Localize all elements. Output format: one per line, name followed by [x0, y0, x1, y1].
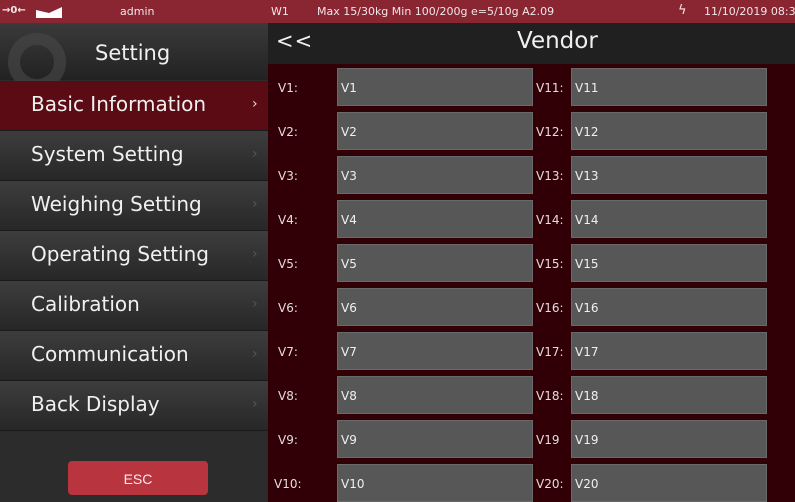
vendor-field-input[interactable]: V4: [337, 200, 533, 238]
vendor-field-input[interactable]: V10: [337, 464, 533, 502]
chevron-right-icon: ›: [252, 96, 258, 112]
chevron-right-icon: ›: [252, 246, 258, 262]
chevron-right-icon: ›: [252, 296, 258, 312]
vendor-field-label: V14:: [536, 213, 564, 227]
sidebar-item-operating-setting[interactable]: Operating Setting ›: [0, 231, 268, 281]
vendor-panel: V1: V1 V2: V2 V3: V3 V4: V4 V5: V5 V6: V…: [268, 64, 795, 502]
vendor-field-label: V18:: [536, 389, 564, 403]
vendor-field-input[interactable]: V6: [337, 288, 533, 326]
chevron-right-icon: ›: [252, 396, 258, 412]
vendor-field-label: V6:: [278, 301, 298, 315]
power-icon: ϟ: [678, 3, 687, 18]
back-button[interactable]: <<: [276, 29, 313, 53]
vendor-field-input[interactable]: V15: [571, 244, 767, 282]
sidebar-item-back-display[interactable]: Back Display ›: [0, 381, 268, 431]
vendor-field-label: V2:: [278, 125, 298, 139]
vendor-field-input[interactable]: V9: [337, 420, 533, 458]
sidebar-item-label: System Setting: [31, 142, 184, 166]
vendor-field-input[interactable]: V17: [571, 332, 767, 370]
sidebar-item-communication[interactable]: Communication ›: [0, 331, 268, 381]
zero-indicator: →0←: [2, 5, 26, 16]
sidebar-header: Setting: [0, 23, 268, 91]
vendor-field-input[interactable]: V11: [571, 68, 767, 106]
vendor-field-label: V1:: [278, 81, 298, 95]
vendor-field-label: V7:: [278, 345, 298, 359]
vendor-field-input[interactable]: V2: [337, 112, 533, 150]
esc-button[interactable]: ESC: [68, 461, 208, 495]
vendor-field-label: V17:: [536, 345, 564, 359]
vendor-field-label: V20:: [536, 477, 564, 491]
vendor-field-label: V19: [536, 433, 560, 447]
sidebar-item-label: Operating Setting: [31, 242, 209, 266]
sidebar: Setting Basic Information › System Setti…: [0, 23, 268, 502]
scale-id: W1: [271, 5, 289, 18]
vendor-field-input[interactable]: V20: [571, 464, 767, 502]
vendor-field-input[interactable]: V19: [571, 420, 767, 458]
sidebar-item-label: Calibration: [31, 292, 140, 316]
datetime: 11/10/2019 08:3: [704, 5, 795, 18]
vendor-field-label: V5:: [278, 257, 298, 271]
vendor-field-label: V8:: [278, 389, 298, 403]
vendor-field-label: V12:: [536, 125, 564, 139]
sidebar-item-system-setting[interactable]: System Setting ›: [0, 131, 268, 181]
page-header: << Vendor: [268, 23, 795, 64]
vendor-field-label: V10:: [274, 477, 302, 491]
sidebar-item-calibration[interactable]: Calibration ›: [0, 281, 268, 331]
sidebar-item-basic-information[interactable]: Basic Information ›: [0, 81, 268, 131]
signal-icon: [36, 7, 62, 21]
user-name: admin: [120, 5, 155, 18]
scale-spec: Max 15/30kg Min 100/200g e=5/10g A2.09: [317, 5, 555, 18]
chevron-right-icon: ›: [252, 146, 258, 162]
status-bar: →0← admin W1 Max 15/30kg Min 100/200g e=…: [0, 0, 795, 23]
vendor-field-input[interactable]: V7: [337, 332, 533, 370]
sidebar-item-label: Communication: [31, 342, 189, 366]
sidebar-item-label: Weighing Setting: [31, 192, 202, 216]
vendor-field-input[interactable]: V18: [571, 376, 767, 414]
vendor-field-input[interactable]: V12: [571, 112, 767, 150]
sidebar-item-label: Back Display: [31, 392, 160, 416]
vendor-field-label: V16:: [536, 301, 564, 315]
sidebar-item-label: Basic Information: [31, 92, 207, 116]
vendor-field-input[interactable]: V1: [337, 68, 533, 106]
vendor-field-input[interactable]: V5: [337, 244, 533, 282]
vendor-field-label: V13:: [536, 169, 564, 183]
sidebar-title: Setting: [95, 41, 171, 65]
vendor-field-label: V9:: [278, 433, 298, 447]
sidebar-item-weighing-setting[interactable]: Weighing Setting ›: [0, 181, 268, 231]
vendor-field-input[interactable]: V3: [337, 156, 533, 194]
vendor-field-input[interactable]: V16: [571, 288, 767, 326]
page-title: Vendor: [517, 28, 598, 54]
vendor-field-label: V11:: [536, 81, 564, 95]
vendor-field-input[interactable]: V14: [571, 200, 767, 238]
vendor-field-input[interactable]: V8: [337, 376, 533, 414]
chevron-right-icon: ›: [252, 346, 258, 362]
vendor-field-label: V4:: [278, 213, 298, 227]
vendor-field-input[interactable]: V13: [571, 156, 767, 194]
vendor-field-label: V3:: [278, 169, 298, 183]
vendor-field-label: V15:: [536, 257, 564, 271]
chevron-right-icon: ›: [252, 196, 258, 212]
